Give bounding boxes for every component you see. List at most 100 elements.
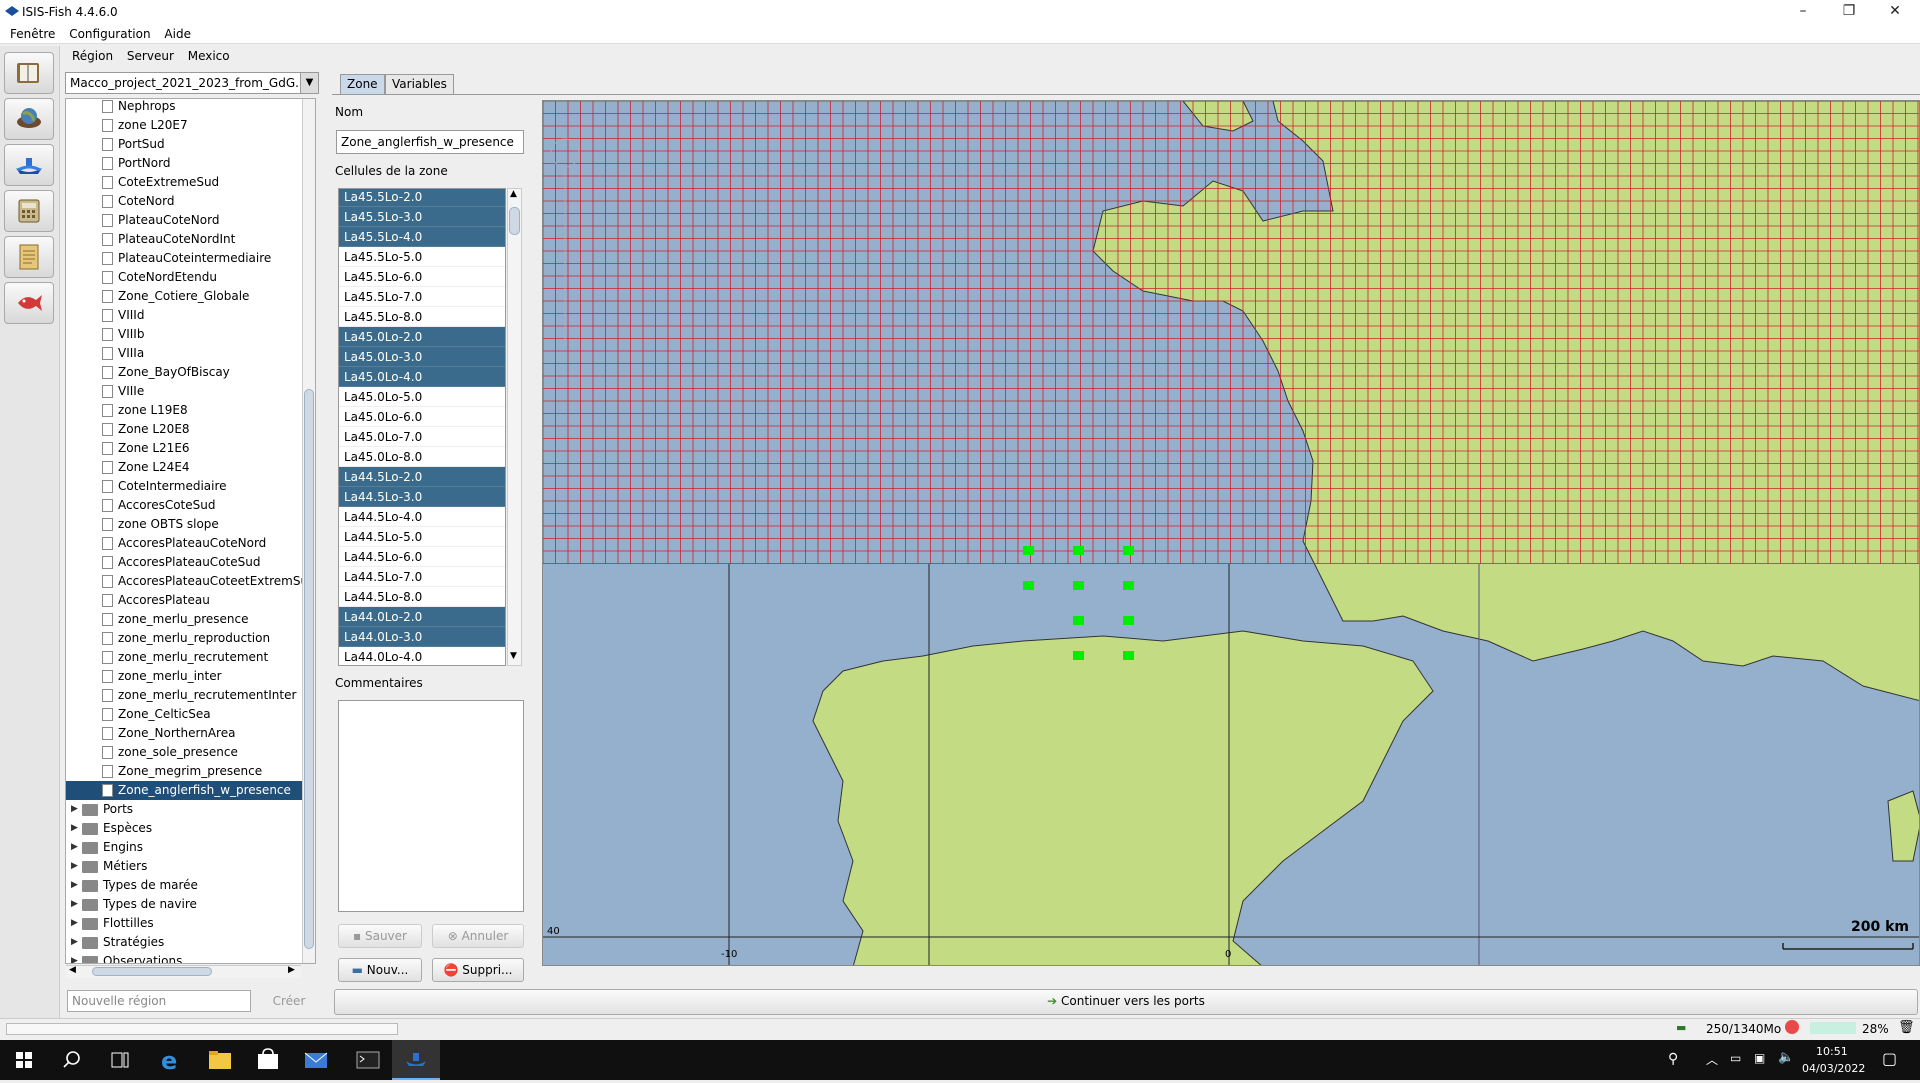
tree-folder-item[interactable]: ▶ Types de navire xyxy=(66,895,302,914)
tree-item-zone[interactable]: zone_merlu_recrutement xyxy=(66,648,302,667)
tree-item-zone[interactable]: zone_merlu_recrutementInter xyxy=(66,686,302,705)
trash-icon[interactable]: 🗑 xyxy=(1898,1020,1915,1035)
cells-scroll-thumb[interactable] xyxy=(509,207,520,235)
tree-item-zone[interactable]: AccoresPlateauCoteSud xyxy=(66,553,302,572)
cell-list-item[interactable]: La45.5Lo-7.0 xyxy=(339,287,505,307)
expand-icon[interactable]: ▶ xyxy=(71,952,78,963)
tree-folder-item[interactable]: ▶ Ports xyxy=(66,800,302,819)
people-icon[interactable]: ⚲ xyxy=(1668,1051,1678,1067)
battery-icon[interactable]: ▭ xyxy=(1730,1051,1741,1065)
tree-item-zone[interactable]: PortSud xyxy=(66,135,302,154)
selected-cell-marker[interactable] xyxy=(1023,581,1034,590)
tree-item-zone[interactable]: VIIIe xyxy=(66,382,302,401)
network-icon[interactable]: ▣ xyxy=(1754,1051,1765,1065)
cell-list-item[interactable]: La45.0Lo-8.0 xyxy=(339,447,505,467)
cell-list-item[interactable]: La44.5Lo-5.0 xyxy=(339,527,505,547)
selected-cell-marker[interactable] xyxy=(1073,651,1084,660)
tree-item-zone[interactable]: CoteNordEtendu xyxy=(66,268,302,287)
book-button[interactable] xyxy=(4,52,54,94)
map-canvas[interactable]: 40 -10 0 200 km xyxy=(543,101,1920,966)
tree-item-zone[interactable]: AccoresPlateau xyxy=(66,591,302,610)
selected-cell-marker[interactable] xyxy=(1073,616,1084,625)
selected-cell-marker[interactable] xyxy=(1073,581,1084,590)
tree-item-zone[interactable]: CoteExtremeSud xyxy=(66,173,302,192)
edge-button[interactable]: e xyxy=(146,1040,194,1080)
tree-item-zone[interactable]: Zone_BayOfBiscay xyxy=(66,363,302,382)
tree-folder-item[interactable]: ▶ Engins xyxy=(66,838,302,857)
tree-item-zone[interactable]: VIIIa xyxy=(66,344,302,363)
cell-list-item[interactable]: La44.5Lo-2.0 xyxy=(339,467,505,487)
file-explorer-button[interactable] xyxy=(196,1040,244,1080)
cancel-button[interactable]: ⊗ Annuler xyxy=(432,924,524,948)
zone-cells-list[interactable]: La45.5Lo-2.0 La45.5Lo-3.0 La45.5Lo-4.0 La45… xyxy=(338,188,506,666)
expand-icon[interactable]: ▶ xyxy=(71,838,78,857)
cell-list-item[interactable]: La45.5Lo-2.0 xyxy=(339,189,505,207)
selected-cell-marker[interactable] xyxy=(1023,546,1034,555)
cell-list-item[interactable]: La45.0Lo-4.0 xyxy=(339,367,505,387)
maximize-button[interactable]: ❐ xyxy=(1826,0,1872,24)
minimize-button[interactable]: – xyxy=(1780,0,1826,24)
zone-name-input[interactable]: Zone_anglerfish_w_presence xyxy=(336,130,524,154)
cell-list-item[interactable]: La44.5Lo-4.0 xyxy=(339,507,505,527)
ship-button[interactable] xyxy=(4,144,54,186)
tree-vertical-scrollbar[interactable] xyxy=(302,99,315,963)
tab-variables[interactable]: Variables xyxy=(385,74,454,94)
cells-scrollbar[interactable]: ▲ ▼ xyxy=(507,188,522,666)
expand-icon[interactable]: ▶ xyxy=(71,933,78,952)
store-button[interactable] xyxy=(244,1040,292,1080)
cell-list-item[interactable]: La44.0Lo-4.0 xyxy=(339,647,505,665)
tree-item-zone[interactable]: VIIId xyxy=(66,306,302,325)
tree-hscroll-thumb[interactable] xyxy=(92,967,212,976)
volume-icon[interactable]: 🔈 xyxy=(1778,1050,1794,1065)
cell-list-item[interactable]: La44.5Lo-3.0 xyxy=(339,487,505,507)
chevron-down-icon[interactable]: ▼ xyxy=(300,73,318,93)
continue-to-ports-button[interactable]: ➔ Continuer vers les ports xyxy=(334,989,1918,1015)
search-button[interactable] xyxy=(48,1040,96,1080)
submenu-mexico[interactable]: Mexico xyxy=(188,49,230,63)
tree-item-zone[interactable]: Zone_megrim_presence xyxy=(66,762,302,781)
tree-item-zone[interactable]: AccoresCoteSud xyxy=(66,496,302,515)
tree-item-zone[interactable]: Zone_NorthernArea xyxy=(66,724,302,743)
tree-item-zone[interactable]: zone_merlu_reproduction xyxy=(66,629,302,648)
cell-list-item[interactable]: La45.0Lo-5.0 xyxy=(339,387,505,407)
region-select[interactable]: Macco_project_2021_2023_from_GdG... ▼ xyxy=(65,72,319,94)
tree-folder-item[interactable]: ▶ Espèces xyxy=(66,819,302,838)
tree-item-zone[interactable]: Zone_CelticSea xyxy=(66,705,302,724)
selected-cell-marker[interactable] xyxy=(1073,546,1084,555)
menu-configuration[interactable]: Configuration xyxy=(69,27,150,41)
tree-folder-item[interactable]: ▶ Types de marée xyxy=(66,876,302,895)
scroll-down-icon[interactable]: ▼ xyxy=(510,651,517,661)
selected-cell-marker[interactable] xyxy=(1123,651,1134,660)
save-button[interactable]: ▪ Sauver xyxy=(338,924,422,948)
tree-item-zone[interactable]: Zone L20E8 xyxy=(66,420,302,439)
delete-zone-button[interactable]: ⛔ Suppri... xyxy=(432,958,524,982)
task-view-button[interactable] xyxy=(96,1040,144,1080)
isis-fish-taskbar-button[interactable] xyxy=(392,1040,440,1080)
clock-date[interactable]: 04/03/2022 xyxy=(1802,1062,1865,1075)
tree-item-zone[interactable]: Zone_anglerfish_w_presence xyxy=(66,781,302,800)
selected-cell-marker[interactable] xyxy=(1123,546,1134,555)
tree-item-zone[interactable]: zone_merlu_presence xyxy=(66,610,302,629)
tree-item-zone[interactable]: Nephrops xyxy=(66,99,302,116)
tree-item-zone[interactable]: PortNord xyxy=(66,154,302,173)
cell-list-item[interactable]: La45.0Lo-6.0 xyxy=(339,407,505,427)
tree-item-zone[interactable]: VIIIb xyxy=(66,325,302,344)
new-zone-button[interactable]: ▬ Nouv... xyxy=(338,958,422,982)
tree-item-zone[interactable]: PlateauCoteNord xyxy=(66,211,302,230)
cell-list-item[interactable]: La45.0Lo-7.0 xyxy=(339,427,505,447)
tree-item-zone[interactable]: Zone_Cotiere_Globale xyxy=(66,287,302,306)
tree-folder-item[interactable]: ▶ Stratégies xyxy=(66,933,302,952)
notes-button[interactable] xyxy=(4,236,54,278)
tree-item-zone[interactable]: PlateauCoteintermediaire xyxy=(66,249,302,268)
cell-list-item[interactable]: La45.0Lo-3.0 xyxy=(339,347,505,367)
tree-item-zone[interactable]: zone_sole_presence xyxy=(66,743,302,762)
expand-icon[interactable]: ▶ xyxy=(71,800,78,819)
tree-item-zone[interactable]: CoteNord xyxy=(66,192,302,211)
tree-folder-item[interactable]: ▶ Métiers xyxy=(66,857,302,876)
new-region-input[interactable]: Nouvelle région xyxy=(67,990,251,1012)
expand-icon[interactable]: ▶ xyxy=(71,914,78,933)
tree-folder-item[interactable]: ▶ Observations xyxy=(66,952,302,963)
cell-list-item[interactable]: La44.0Lo-2.0 xyxy=(339,607,505,627)
tree-item-zone[interactable]: zone_merlu_inter xyxy=(66,667,302,686)
cell-list-item[interactable]: La45.5Lo-5.0 xyxy=(339,247,505,267)
